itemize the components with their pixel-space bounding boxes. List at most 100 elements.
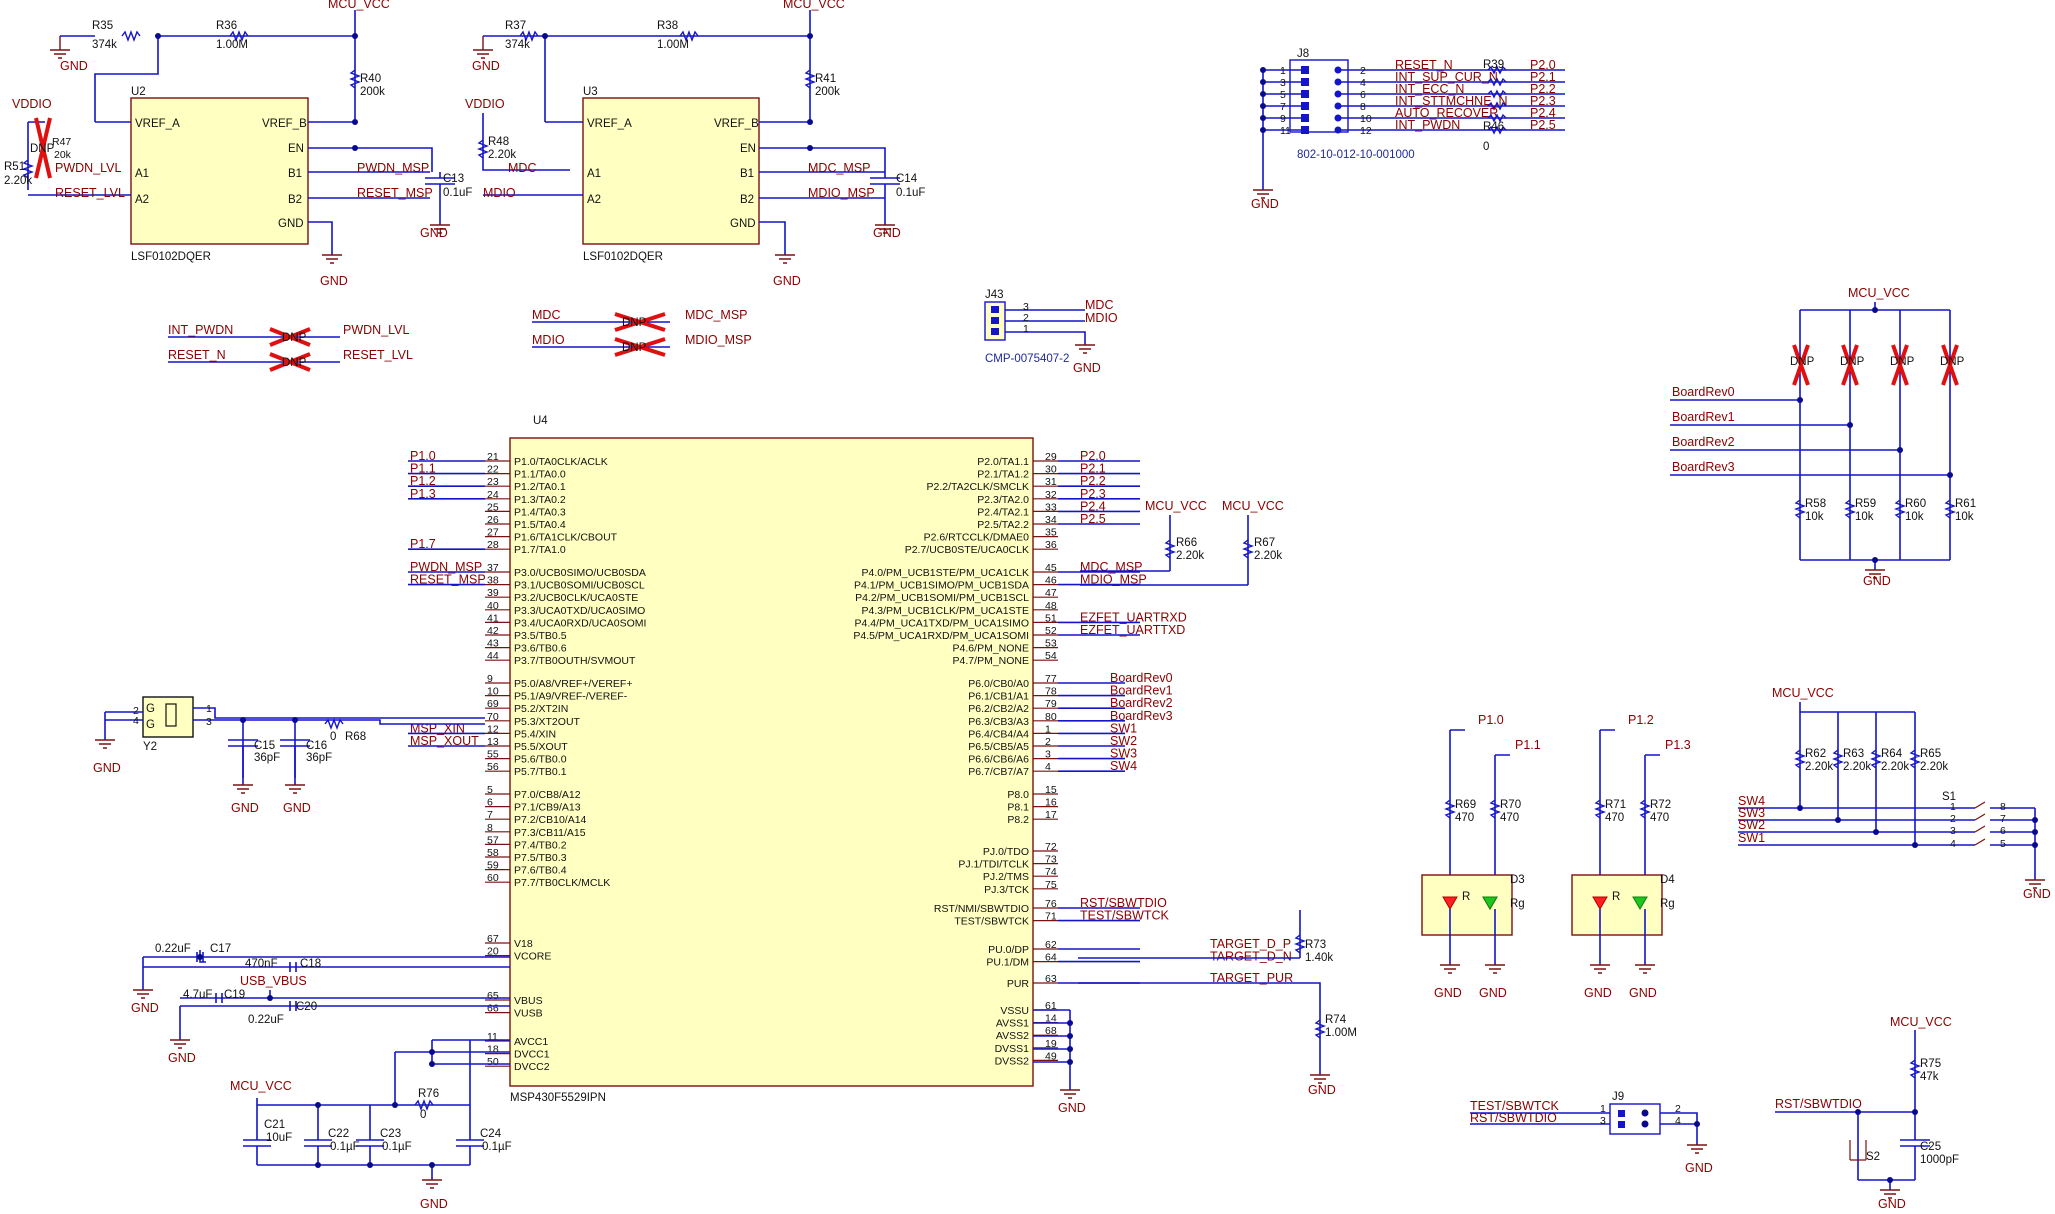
u4-pin-num: 12: [487, 723, 499, 735]
switch-wires: [1738, 807, 2036, 880]
u3-block: U3 LSF0102DQER VREF_A A1 A2 VREF_B EN B1…: [465, 0, 925, 288]
u4-pin-name: P1.6/TA1CLK/CBOUT: [514, 532, 618, 544]
u4-net-label: RESET_MSP: [410, 573, 486, 587]
u4-pin-num: 3: [1045, 749, 1051, 761]
j9-pin1: 1: [1600, 1103, 1606, 1115]
r47-dnp-label: DNP: [30, 143, 55, 155]
u4-pin-num: 34: [1045, 514, 1057, 526]
u2-pin-a2: A2: [135, 194, 149, 206]
r40-val: 200k: [360, 86, 385, 98]
r36-val: 1.00M: [216, 39, 248, 51]
c19-gnd: GND: [168, 1051, 196, 1065]
u4-pin-num: 38: [487, 575, 499, 587]
u4-pin-name: P3.5/TB0.5: [514, 630, 567, 642]
u4-pin-num: 75: [1045, 879, 1057, 891]
j43-net-mdio: MDIO: [1085, 311, 1118, 325]
dnp-right-1: PWDN_LVL: [343, 323, 410, 337]
reset-vcc: MCU_VCC: [1890, 1015, 1952, 1029]
vss-gnd: GND: [1058, 1101, 1086, 1115]
r70-ref: R70: [1500, 799, 1521, 811]
j8-even-num: 8: [1360, 101, 1366, 113]
u4-pin-num: 11: [487, 1031, 498, 1043]
u2-mcu-vcc: MCU_VCC: [328, 0, 390, 11]
c18-ref: C18: [300, 958, 321, 970]
r46-val: 0: [1483, 141, 1489, 153]
led-p10: P1.0: [1478, 713, 1504, 727]
r76-val: 0: [420, 1109, 426, 1121]
u4-pin-num: 66: [487, 1003, 499, 1015]
u4-pin-num: 57: [487, 834, 499, 846]
u4-pin-name: P2.2/TA2CLK/SMCLK: [926, 481, 1029, 493]
c14-val: 0.1uF: [896, 187, 925, 199]
boardrev-dnp-crosses: [1792, 344, 1959, 386]
u3-pin-a1: A1: [587, 168, 601, 180]
r59-ref: R59: [1855, 498, 1876, 510]
u4-pin-num: 41: [487, 612, 499, 624]
u4-pin-name: P5.2/XT2IN: [514, 703, 568, 715]
u2-pin-gnd: GND: [278, 218, 304, 230]
boardrev1-net: BoardRev1: [1672, 410, 1735, 424]
dnp-links: DNP DNP DNP DNP INT_PWDN PWDN_LVL RESET_…: [168, 308, 752, 372]
j8-pin-even: [1334, 102, 1342, 110]
u4-pin-num: 40: [487, 600, 499, 612]
u4-pin-name: P4.2/PM_UCB1SOMI/PM_UCB1SCL: [855, 592, 1029, 604]
u4-pin-num: 64: [1045, 952, 1057, 964]
u4-pin-name: PU.1/DM: [986, 957, 1029, 969]
j9-gnd: GND: [1685, 1161, 1713, 1175]
r69-ref: R69: [1455, 799, 1476, 811]
dnp-label-1: DNP: [282, 332, 307, 344]
u4-pin-name: P4.5/PM_UCA1RXD/PM_UCA1SOMI: [853, 630, 1029, 642]
u2-a2-net: RESET_LVL: [55, 186, 125, 200]
u4-pin-num: 49: [1045, 1050, 1057, 1062]
u4-pin-num: 44: [487, 650, 499, 662]
u4-pin-name: P2.0/TA1.1: [977, 456, 1029, 468]
u4-pin-name: P2.5/TA2.2: [977, 519, 1029, 531]
d4-body: [1571, 874, 1663, 936]
j43-gnd: GND: [1073, 361, 1101, 375]
r75-val: 47k: [1920, 1071, 1939, 1083]
y2-g1: G: [146, 703, 155, 715]
power-decoupling: 0.22uF C17 470nF C18 GND USB_VBUS 4.7uF …: [131, 943, 512, 1211]
u4-pin-num: 27: [487, 527, 499, 539]
r76-ref: R76: [418, 1088, 439, 1100]
r58-val: 10k: [1805, 511, 1824, 523]
r58-ref: R58: [1805, 498, 1826, 510]
j8-even-num: 4: [1360, 77, 1366, 89]
u4-pin-name: P5.5/XOUT: [514, 741, 568, 753]
d4-gnd-2: GND: [1629, 986, 1657, 1000]
c16-gnd: GND: [283, 801, 311, 815]
boardrev-block: MCU_VCC DNP DNP DNP DNP R58 10k R59 10k …: [1670, 286, 1976, 588]
r36-ref: R36: [216, 20, 237, 32]
j9-pin4: 4: [1675, 1115, 1681, 1127]
j8-even-num: 2: [1360, 65, 1366, 77]
r67-ref: R67: [1254, 537, 1275, 549]
r67-vcc: MCU_VCC: [1222, 499, 1284, 513]
vcc-rail-wires: [256, 1039, 510, 1140]
r63-ref: R63: [1843, 748, 1864, 760]
c25-ref: C25: [1920, 1141, 1941, 1153]
usb-vbus: USB_VBUS: [240, 974, 307, 988]
j43-wires: [1005, 309, 1086, 345]
u4-pin-name: P3.2/UCB0CLK/UCA0STE: [514, 592, 638, 604]
u4-pin-num: 8: [487, 822, 493, 834]
dnp-label-2: DNP: [282, 357, 307, 369]
u4-pin-name: P3.1/UCB0SOMI/UCB0SCL: [514, 580, 645, 592]
u2-b2-net: RESET_MSP: [357, 186, 433, 200]
dnp-right-2: RESET_LVL: [343, 348, 413, 362]
u4-pin-num: 77: [1045, 673, 1057, 685]
u4-pin-num: 62: [1045, 939, 1057, 951]
r51-val: 2.20k: [4, 175, 32, 187]
s1-pin2: 2: [1950, 813, 1956, 825]
r47-val: 20k: [54, 149, 72, 161]
c19-ref: C19: [224, 989, 245, 1001]
u4-pin-num: 24: [487, 489, 499, 501]
u4-pin-name: P3.7/TB0OUTH/SVMOUT: [514, 655, 636, 667]
r68-symbol: [324, 718, 344, 730]
led-blocks: P1.0 P1.1 P1.2 P1.3 R69 470 R70 470 R71 …: [1421, 713, 1691, 1000]
u2-b1-net: PWDN_MSP: [357, 161, 429, 175]
c14-ref: C14: [896, 173, 918, 185]
u4-pin-name: P7.0/CB8/A12: [514, 789, 581, 801]
u4-pin-name: P8.2: [1007, 814, 1029, 826]
r74-gnd-symbol: [1310, 1074, 1330, 1084]
u4-pin-num: 10: [487, 686, 499, 698]
